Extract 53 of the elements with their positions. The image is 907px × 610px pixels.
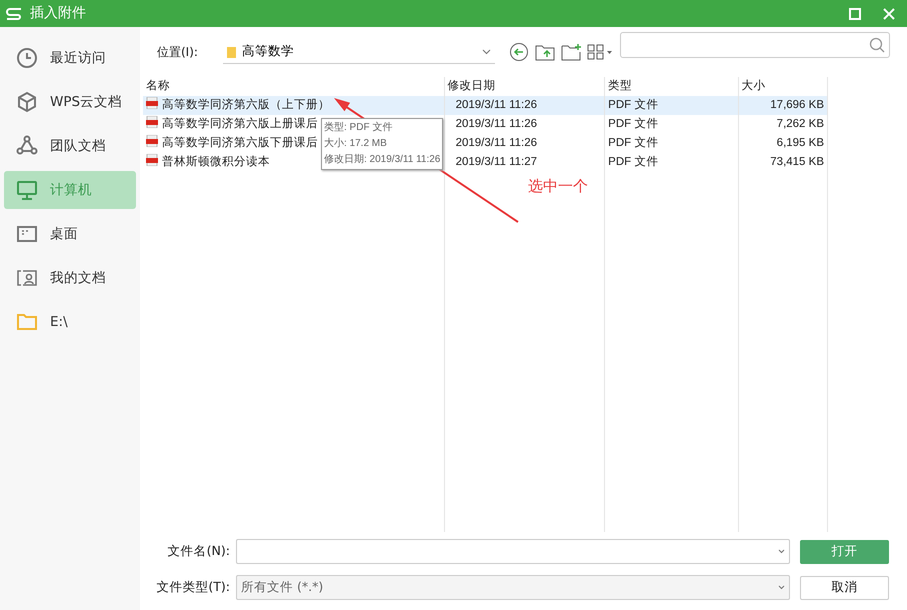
sidebar-item[interactable]: 最近访问 [4, 39, 136, 77]
modified-date: 2019/3/11 11:26 [444, 115, 605, 134]
new-folder-icon[interactable] [561, 43, 581, 61]
file-size: 73,415 KB [738, 153, 828, 172]
desktop-icon [16, 223, 38, 245]
file-type-dropdown[interactable]: 所有文件 (*.*) [236, 575, 790, 600]
file-size: 7,262 KB [738, 115, 828, 134]
clock-icon [16, 47, 38, 69]
modified-date: 2019/3/11 11:27 [444, 153, 605, 172]
back-icon[interactable] [509, 42, 529, 62]
file-type: PDF 文件 [604, 134, 738, 153]
folder-icon [227, 46, 236, 58]
sidebar-item[interactable]: 桌面 [4, 215, 136, 253]
logo-icon [6, 8, 22, 20]
pdf-icon [146, 116, 158, 128]
caret-icon [778, 549, 785, 554]
user-folder-icon [16, 267, 38, 289]
file-name[interactable]: 高等数学同济第六版（上下册） [143, 96, 444, 115]
location-dropdown[interactable]: 高等数学 [223, 40, 495, 64]
search-icon [869, 37, 885, 53]
modified-date: 2019/3/11 11:26 [444, 134, 605, 153]
view-menu-icon[interactable] [587, 44, 613, 60]
field-label: 文件类型(T): [155, 578, 230, 596]
window-title: 插入附件 [30, 4, 86, 23]
field-label: 文件名(N): [166, 542, 230, 560]
pdf-icon [146, 96, 158, 109]
file-size: 17,696 KB [738, 96, 828, 115]
cube-icon [16, 91, 38, 113]
caret-icon [482, 48, 491, 54]
annotation-text: 选中一个 [528, 176, 588, 197]
search-field[interactable] [620, 32, 890, 58]
location-label: 位置(I): [157, 44, 199, 61]
team-icon [16, 135, 38, 157]
sidebar-item[interactable]: 我的文档 [4, 259, 136, 297]
folder-up-icon[interactable] [535, 43, 555, 61]
file-type: PDF 文件 [604, 115, 738, 134]
file-size: 6,195 KB [738, 134, 828, 153]
tooltip: 类型: PDF 文件 大小: 17.2 MB 修改日期: 2019/3/11 11:26 [321, 118, 444, 170]
monitor-icon [16, 179, 38, 201]
close-icon[interactable] [883, 8, 895, 20]
pdf-icon [146, 154, 158, 166]
cancel-button[interactable]: 取消 [800, 576, 889, 600]
file-name-field[interactable] [236, 539, 790, 564]
pdf-icon [146, 134, 158, 147]
sidebar-item[interactable]: 团队文档 [4, 127, 136, 165]
sidebar-item[interactable]: E:\ [4, 303, 136, 341]
file-type: PDF 文件 [604, 153, 738, 172]
folder-icon [16, 311, 38, 333]
file-type: PDF 文件 [604, 96, 738, 115]
sidebar-item[interactable]: WPS云文档 [4, 83, 136, 121]
caret-icon [778, 585, 785, 590]
modified-date: 2019/3/11 11:26 [444, 96, 605, 115]
maximize-icon[interactable] [849, 8, 861, 20]
